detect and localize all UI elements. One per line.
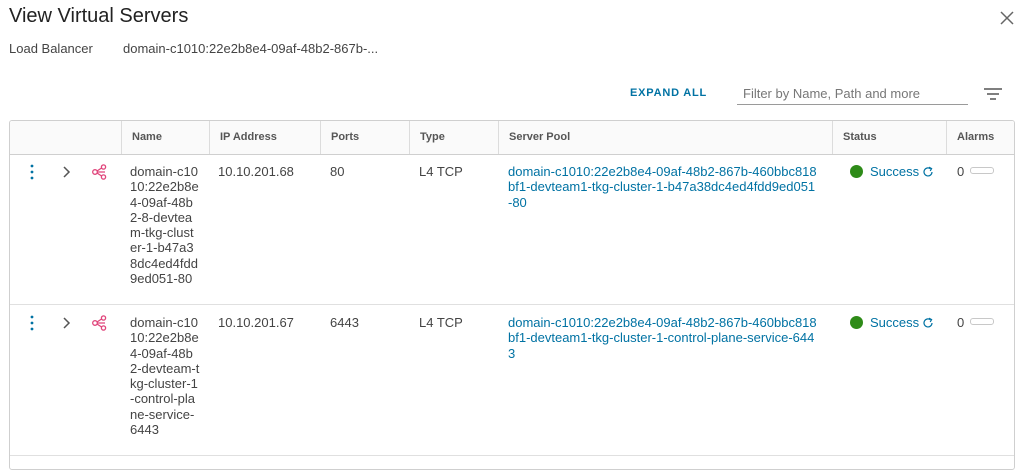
server-pool-link[interactable]: domain-c1010:22e2b8e4-09af-48b2-867b-460… bbox=[508, 315, 818, 361]
type: L4 TCP bbox=[419, 164, 463, 179]
column-header-ports[interactable]: Ports bbox=[320, 121, 409, 154]
filter-input[interactable] bbox=[737, 83, 968, 105]
dialog-title: View Virtual Servers bbox=[9, 5, 189, 27]
table-header: Name IP Address Ports Type Server Pool S… bbox=[10, 121, 1014, 155]
column-header-ip-address[interactable]: IP Address bbox=[209, 121, 320, 154]
ports: 80 bbox=[330, 164, 345, 179]
virtual-server-icon bbox=[92, 164, 107, 180]
table-row: domain-c1010:22e2b8e4-09af-48b2-devteam-… bbox=[10, 305, 1014, 456]
type: L4 TCP bbox=[419, 315, 463, 330]
filter-icon[interactable] bbox=[983, 87, 1003, 101]
status-cell: Success bbox=[850, 315, 934, 330]
view-virtual-servers-dialog: View Virtual Servers Load Balancer domain… bbox=[0, 0, 1024, 470]
load-balancer-value: domain-c1010:22e2b8e4-09af-48b2-867b-... bbox=[123, 41, 379, 56]
kebab-menu-icon[interactable] bbox=[28, 315, 36, 331]
expand-all-button[interactable]: EXPAND ALL bbox=[630, 87, 707, 99]
alarm-bar bbox=[970, 318, 995, 325]
success-status-icon bbox=[850, 165, 863, 178]
virtual-servers-table: Name IP Address Ports Type Server Pool S… bbox=[9, 120, 1015, 470]
ip-address: 10.10.201.68 bbox=[218, 164, 294, 179]
chevron-right-icon[interactable] bbox=[61, 166, 71, 178]
alarm-count: 0 bbox=[957, 164, 965, 179]
virtual-server-name: domain-c1010:22e2b8e4-09af-48b2-8-devtea… bbox=[130, 164, 199, 287]
load-balancer-label: Load Balancer bbox=[9, 41, 93, 56]
status-link[interactable]: Success bbox=[870, 164, 919, 179]
column-header-alarms[interactable]: Alarms bbox=[946, 121, 1014, 154]
column-header-type[interactable]: Type bbox=[409, 121, 498, 154]
virtual-server-name: domain-c1010:22e2b8e4-09af-48b2-devteam-… bbox=[130, 315, 200, 438]
column-header-server-pool[interactable]: Server Pool bbox=[498, 121, 832, 154]
table-row: domain-c1010:22e2b8e4-09af-48b2-8-devtea… bbox=[10, 154, 1014, 305]
alarms-cell: 0 bbox=[957, 315, 995, 330]
ip-address: 10.10.201.67 bbox=[218, 315, 294, 330]
kebab-menu-icon[interactable] bbox=[28, 164, 36, 180]
column-header-status[interactable]: Status bbox=[832, 121, 946, 154]
refresh-icon[interactable] bbox=[922, 317, 934, 329]
chevron-right-icon[interactable] bbox=[61, 317, 71, 329]
status-link[interactable]: Success bbox=[870, 315, 919, 330]
column-header-name[interactable]: Name bbox=[121, 121, 209, 154]
status-cell: Success bbox=[850, 164, 934, 179]
alarms-cell: 0 bbox=[957, 164, 995, 179]
refresh-icon[interactable] bbox=[922, 166, 934, 178]
alarm-bar bbox=[970, 167, 995, 174]
alarm-count: 0 bbox=[957, 315, 965, 330]
load-balancer-row: Load Balancer domain-c1010:22e2b8e4-09af-… bbox=[9, 41, 378, 56]
ports: 6443 bbox=[330, 315, 359, 330]
close-icon[interactable] bbox=[998, 9, 1016, 27]
virtual-server-icon bbox=[92, 315, 107, 331]
server-pool-link[interactable]: domain-c1010:22e2b8e4-09af-48b2-867b-460… bbox=[508, 164, 818, 210]
success-status-icon bbox=[850, 316, 863, 329]
